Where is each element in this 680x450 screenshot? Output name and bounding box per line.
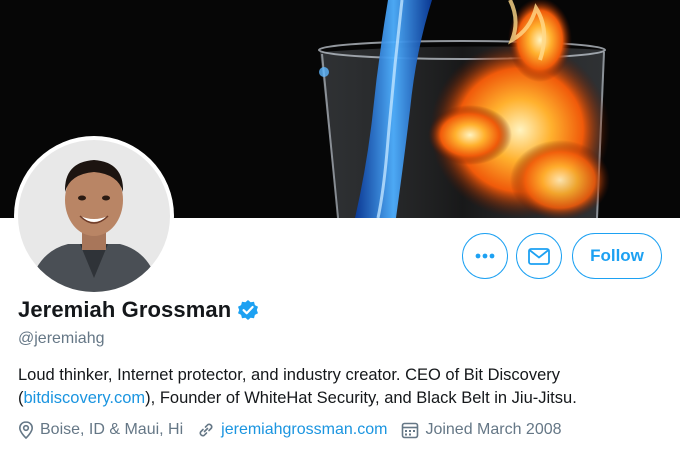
follow-button[interactable]: Follow (572, 233, 662, 279)
avatar-photo (18, 140, 170, 292)
more-options-button[interactable] (462, 233, 508, 279)
calendar-icon (402, 422, 419, 439)
link-icon (199, 423, 213, 437)
verified-badge-icon (237, 299, 259, 321)
joined-text: Joined March 2008 (425, 421, 562, 438)
bio-link[interactable]: bitdiscovery.com (24, 389, 146, 407)
message-button[interactable] (516, 233, 562, 279)
bio-text-part-2: ), Founder of WhiteHat Security, and Bla… (145, 389, 577, 407)
profile-handle: @jeremiahg (18, 330, 105, 347)
more-icon (475, 253, 495, 259)
location-text: Boise, ID & Maui, Hi (40, 421, 184, 438)
website-item: jeremiahgrossman.com (197, 421, 387, 439)
follow-button-label: Follow (590, 246, 644, 265)
location-item: Boise, ID & Maui, Hi (18, 421, 183, 439)
profile-meta: Boise, ID & Maui, Hi jeremiahgrossman.co… (18, 421, 576, 439)
display-name: Jeremiah Grossman (18, 297, 232, 322)
profile-bio: Loud thinker, Internet protector, and in… (18, 364, 658, 410)
envelope-icon (528, 247, 550, 265)
joined-item: Joined March 2008 (401, 421, 562, 439)
location-pin-icon (18, 421, 34, 439)
profile-avatar[interactable] (14, 136, 174, 296)
profile-name-row: Jeremiah Grossman (18, 297, 259, 323)
website-link[interactable]: jeremiahgrossman.com (221, 421, 387, 439)
